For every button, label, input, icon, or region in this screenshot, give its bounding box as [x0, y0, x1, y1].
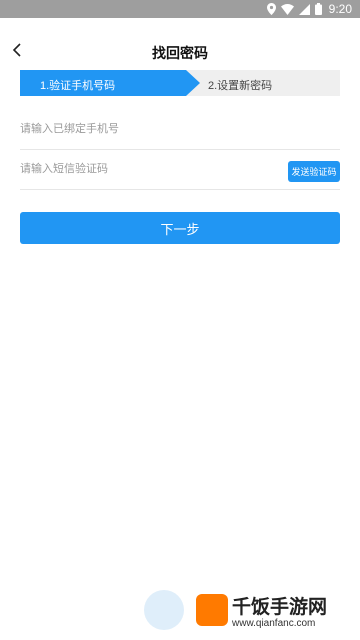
step-1-label: 1.验证手机号码 — [40, 80, 116, 92]
code-field-row: 发送验证码 — [20, 150, 340, 190]
watermark-logo-icon — [196, 594, 228, 626]
step-arrow — [186, 70, 200, 96]
watermark-circle-icon — [144, 590, 184, 630]
next-step-button[interactable]: 下一步 — [20, 212, 340, 244]
watermark: 千饭手游网 www.qianfanc.com — [140, 586, 360, 640]
page-title: 找回密码 — [152, 45, 208, 61]
step-2-label: 2.设置新密码 — [208, 80, 273, 92]
status-bar: 9:20 — [0, 0, 360, 18]
wifi-icon — [280, 3, 294, 15]
watermark-url: www.qianfanc.com — [232, 618, 316, 629]
phone-input[interactable] — [20, 110, 270, 148]
status-time: 9:20 — [328, 2, 352, 16]
location-icon — [266, 3, 276, 15]
battery-icon — [314, 3, 322, 15]
header: 找回密码 — [0, 40, 360, 66]
sms-code-input[interactable] — [20, 150, 270, 188]
signal-icon — [298, 3, 310, 15]
watermark-text: 千饭手游网 — [232, 597, 328, 618]
send-code-button[interactable]: 发送验证码 — [288, 161, 340, 182]
phone-field-row — [20, 110, 340, 150]
step-indicator: 1.验证手机号码 2.设置新密码 — [20, 70, 340, 96]
status-icons: 9:20 — [266, 1, 352, 17]
